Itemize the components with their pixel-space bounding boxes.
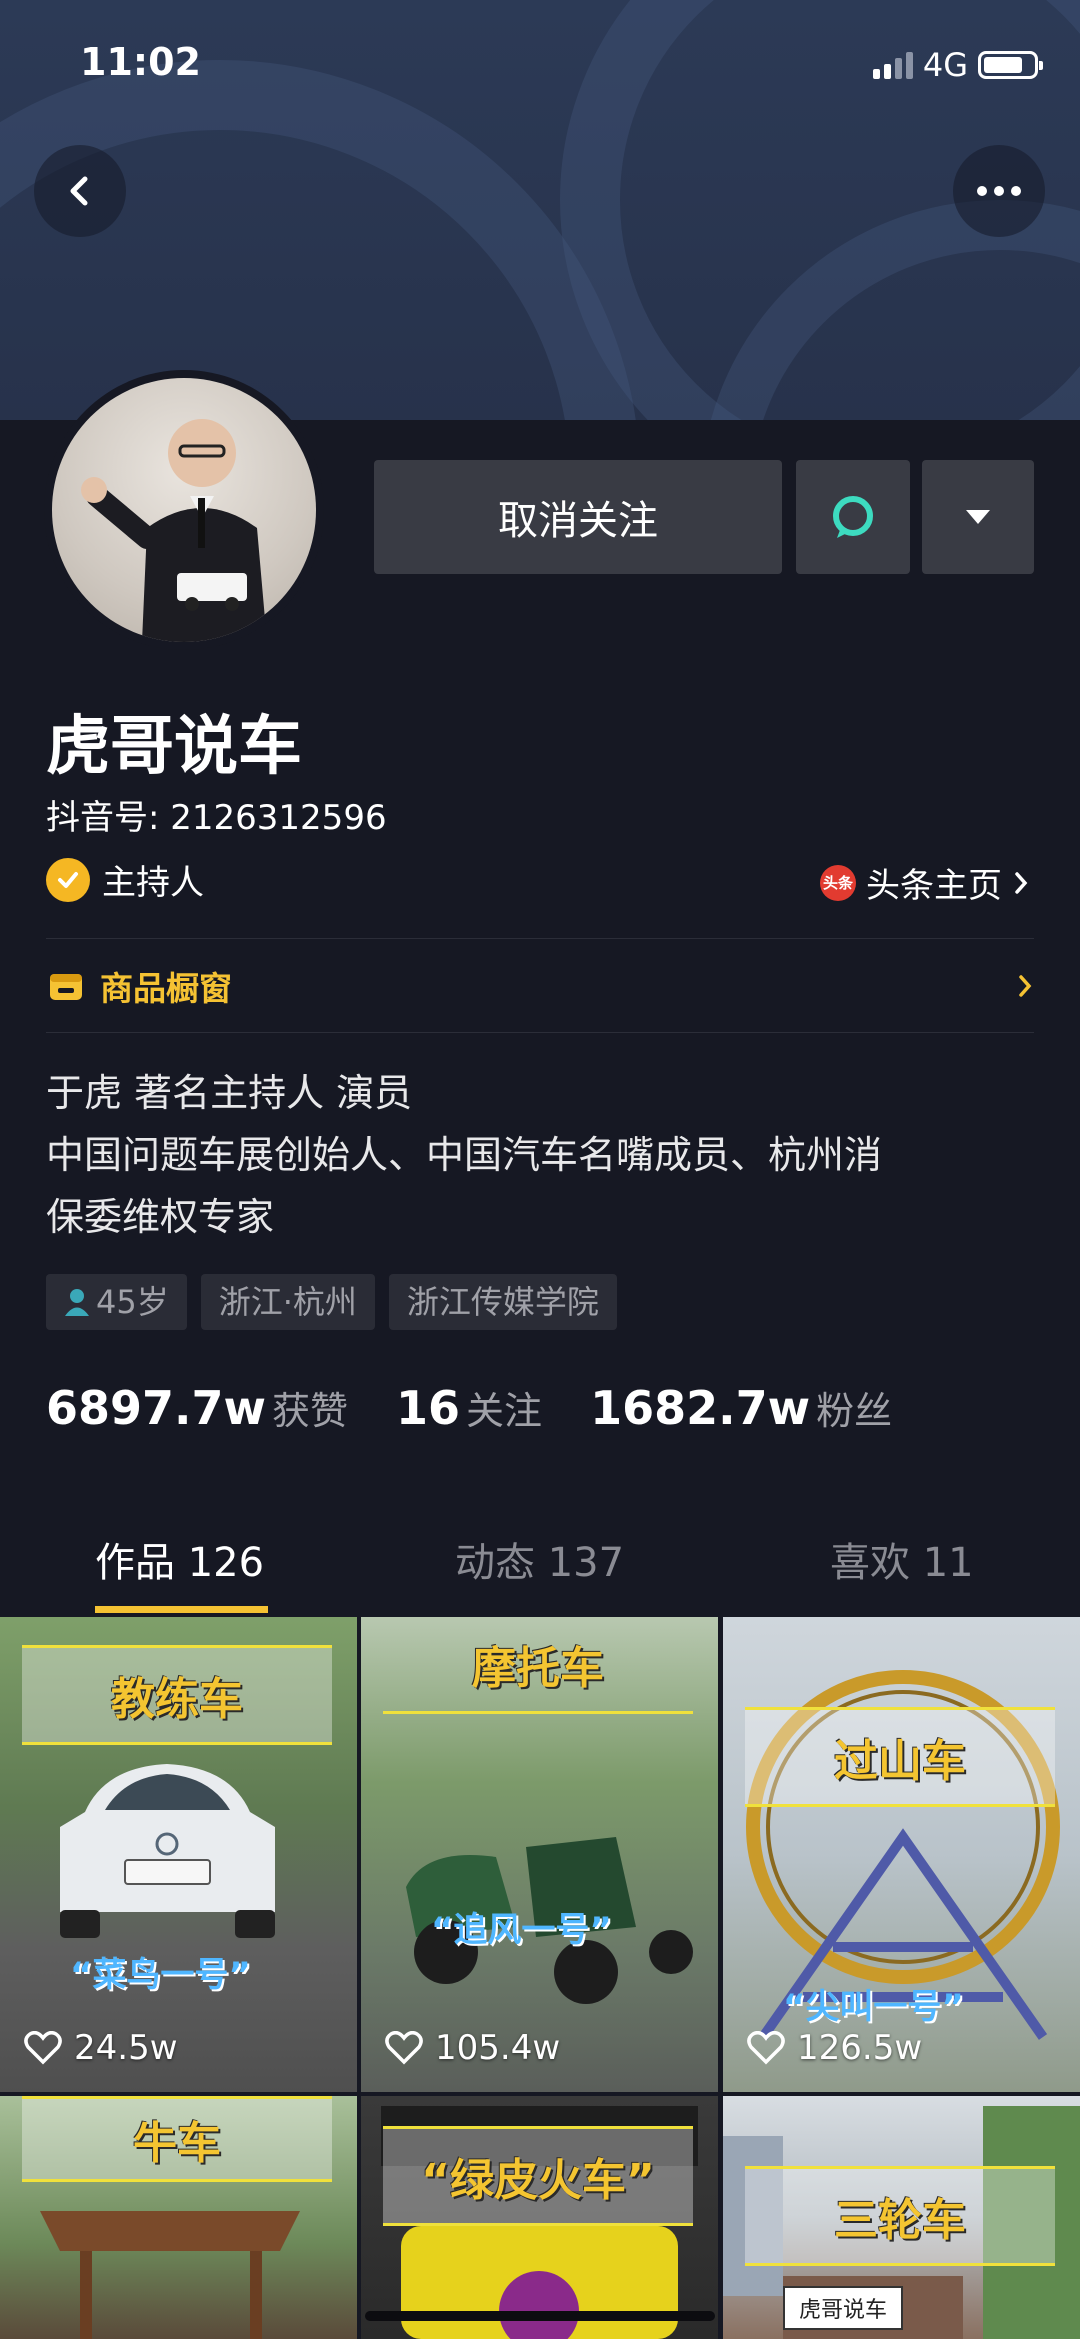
verified-badge: 主持人 [46, 855, 204, 904]
divider [46, 938, 1034, 939]
chevron-right-icon [1015, 871, 1028, 894]
video-subtitle: “菜鸟一号” [70, 1955, 251, 1995]
banner-swirl [0, 60, 640, 420]
video-thumbnail[interactable]: 三轮车 虎哥说车 [723, 2096, 1080, 2339]
video-thumbnail[interactable]: “绿皮火车” [361, 2096, 718, 2339]
plate-sign: 虎哥说车 [783, 2286, 904, 2330]
following-label[interactable]: 关注 [466, 1380, 542, 1435]
video-thumbnail[interactable]: 过山车 “尖叫一号” 126.5w [723, 1617, 1080, 2092]
douyin-id: 抖音号: 2126312596 [46, 798, 387, 838]
divider [46, 1032, 1034, 1033]
bio-line: 于虎 著名主持人 演员 [46, 1071, 413, 1115]
more-dots-icon [977, 186, 1021, 196]
video-likes: 24.5w [24, 2028, 178, 2068]
video-likes: 126.5w [747, 2028, 922, 2068]
motorcycle-image [406, 1837, 693, 2004]
heart-icon [385, 2031, 423, 2065]
ox-cart-image [40, 2211, 300, 2339]
video-thumbnail[interactable]: 摩托车 “追风一号” 105.4w [361, 1617, 718, 2092]
chat-bubble-icon [833, 496, 873, 538]
person-icon [65, 1289, 89, 1316]
more-button[interactable] [953, 145, 1045, 237]
followers-count[interactable]: 1682.7w [590, 1381, 810, 1435]
video-subtitle: “追风一号” [431, 1910, 612, 1950]
avatar[interactable] [44, 370, 324, 650]
heart-icon [24, 2031, 62, 2065]
triangle-down-icon [966, 510, 990, 524]
bio-line: 保委维权专家 [46, 1195, 275, 1239]
video-likes: 105.4w [385, 2028, 560, 2068]
chevron-right-icon [1019, 975, 1032, 997]
tab-moments[interactable]: 动态 137 [455, 1530, 624, 1588]
battery-icon [978, 51, 1043, 79]
school-tag: 浙江传媒学院 [388, 1274, 617, 1330]
toutiao-link-label: 头条主页 [866, 866, 1002, 906]
video-thumbnail[interactable]: 牛车 [0, 2096, 357, 2339]
unfollow-button[interactable]: 取消关注 [374, 460, 782, 574]
video-title: 牛车 [22, 2096, 332, 2182]
profile-tags: 45岁 浙江·杭州 浙江传媒学院 [46, 1274, 617, 1330]
verified-check-icon [46, 857, 90, 902]
person-illustration [81, 419, 267, 642]
heart-icon [747, 2031, 785, 2065]
avatar-photo [52, 378, 316, 642]
shop-window-link[interactable]: 商品橱窗 [46, 960, 1034, 1012]
shop-label: 商品橱窗 [100, 969, 232, 1008]
video-title: 过山车 [745, 1707, 1055, 1807]
active-tab-indicator [95, 1606, 268, 1613]
video-title: 教练车 [22, 1645, 332, 1745]
video-subtitle: “尖叫一号” [783, 1987, 964, 2027]
back-button[interactable] [34, 145, 126, 237]
shop-icon [50, 974, 82, 1000]
video-title: 三轮车 [745, 2166, 1055, 2266]
verified-label: 主持人 [102, 863, 204, 903]
status-time: 11:02 [80, 40, 201, 84]
profile-stats: 6897.7w 获赞 16 关注 1682.7w 粉丝 [46, 1380, 940, 1435]
chevron-left-icon [70, 176, 88, 206]
bio: 于虎 著名主持人 演员 中国问题车展创始人、中国汽车名嘴成员、杭州消 保委维权专… [46, 1062, 882, 1248]
likes-count: 6897.7w [46, 1381, 267, 1435]
video-thumbnail[interactable]: 教练车 “菜鸟一号” 24.5w [0, 1617, 357, 2092]
toutiao-homepage-link[interactable]: 头条 头条主页 [820, 858, 1030, 907]
tab-works[interactable]: 作品 126 [95, 1530, 264, 1588]
toutiao-logo-icon: 头条 [820, 864, 856, 901]
car-image [60, 1764, 275, 1938]
status-icons: 4G [872, 46, 1043, 84]
video-title: “绿皮火车” [383, 2126, 693, 2226]
location-tag: 浙江·杭州 [200, 1274, 375, 1330]
followers-label[interactable]: 粉丝 [816, 1380, 892, 1435]
age-tag: 45岁 [46, 1274, 187, 1330]
profile-name: 虎哥说车 [46, 710, 302, 784]
following-count[interactable]: 16 [396, 1381, 460, 1435]
dropdown-button[interactable] [922, 460, 1034, 574]
bio-line: 中国问题车展创始人、中国汽车名嘴成员、杭州消 [46, 1133, 883, 1177]
signal-icon [872, 51, 913, 79]
video-title: 摩托车 [383, 1617, 693, 1714]
home-indicator [365, 2311, 715, 2321]
likes-label: 获赞 [272, 1389, 349, 1433]
network-label: 4G [922, 46, 968, 84]
message-button[interactable] [796, 460, 910, 574]
content-tabs: 作品 126 动态 137 喜欢 11 [0, 1530, 1080, 1610]
tab-likes[interactable]: 喜欢 11 [830, 1530, 974, 1588]
